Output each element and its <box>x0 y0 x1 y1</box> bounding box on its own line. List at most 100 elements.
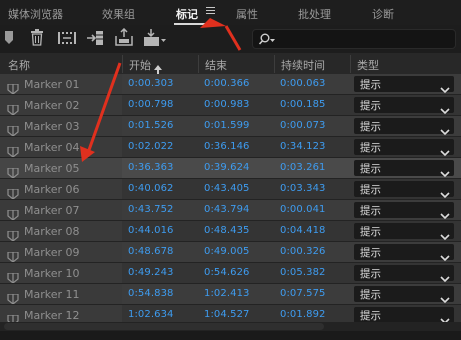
name-cell[interactable]: Marker 02 <box>0 95 122 116</box>
start-time[interactable]: 1:02.634 <box>128 309 174 320</box>
table-row[interactable]: Marker 04 0:02.022 0:36.146 0:34.123 提示 <box>0 137 461 158</box>
menu-icon[interactable] <box>206 7 215 15</box>
marker-type-select[interactable]: 提示 <box>354 244 454 262</box>
tab-properties[interactable]: 属性 <box>236 6 258 22</box>
end-time[interactable]: 0:49.005 <box>204 246 250 257</box>
end-time[interactable]: 0:43.405 <box>204 183 250 194</box>
name-cell[interactable]: Marker 08 <box>0 221 122 242</box>
end-time[interactable]: 0:54.626 <box>204 267 250 278</box>
end-time[interactable]: 0:39.624 <box>204 162 250 173</box>
marker-name[interactable]: Marker 09 <box>24 246 80 259</box>
export-icon[interactable] <box>114 27 134 50</box>
marker-name[interactable]: Marker 08 <box>24 225 80 238</box>
tab-diagnostics[interactable]: 诊断 <box>372 6 394 22</box>
duration-time[interactable]: 0:00.326 <box>280 246 326 257</box>
column-header-name[interactable]: 名称 <box>8 57 30 73</box>
start-time[interactable]: 0:44.016 <box>128 225 174 236</box>
end-time[interactable]: 0:00.366 <box>204 78 250 89</box>
duration-time[interactable]: 0:00.041 <box>280 204 326 215</box>
end-time[interactable]: 0:01.599 <box>204 120 250 131</box>
column-divider[interactable] <box>350 55 351 73</box>
name-cell[interactable]: Marker 11 <box>0 284 122 305</box>
start-time[interactable]: 0:40.062 <box>128 183 174 194</box>
start-time[interactable]: 0:00.798 <box>128 99 174 110</box>
horizontal-scrollbar[interactable] <box>0 322 461 331</box>
table-row[interactable]: Marker 02 0:00.798 0:00.983 0:00.185 提示 <box>0 95 461 116</box>
search-field[interactable] <box>252 29 456 49</box>
name-cell[interactable]: Marker 04 <box>0 137 122 158</box>
start-time[interactable]: 0:00.303 <box>128 78 174 89</box>
marker-name[interactable]: Marker 07 <box>24 204 80 217</box>
marker-type-select[interactable]: 提示 <box>354 76 454 94</box>
marker-type-select[interactable]: 提示 <box>354 223 454 241</box>
table-row[interactable]: Marker 05 0:36.363 0:39.624 0:03.261 提示 <box>0 158 461 179</box>
scrollbar-thumb[interactable] <box>4 323 324 330</box>
name-cell[interactable]: Marker 05 <box>0 158 122 179</box>
table-row[interactable]: Marker 03 0:01.526 0:01.599 0:00.073 提示 <box>0 116 461 137</box>
marker-type-select[interactable]: 提示 <box>354 118 454 136</box>
marker-name[interactable]: Marker 05 <box>24 162 80 175</box>
merge-markers-icon[interactable] <box>58 30 76 50</box>
marker-type-select[interactable]: 提示 <box>354 265 454 283</box>
end-time[interactable]: 0:43.794 <box>204 204 250 215</box>
name-cell[interactable]: Marker 06 <box>0 179 122 200</box>
end-time[interactable]: 1:04.527 <box>204 309 250 320</box>
marker-name[interactable]: Marker 10 <box>24 267 80 280</box>
marker-type-select[interactable]: 提示 <box>354 202 454 220</box>
column-header-start[interactable]: 开始 <box>129 57 151 73</box>
table-row[interactable]: Marker 01 0:00.303 0:00.366 0:00.063 提示 <box>0 74 461 95</box>
marker-name[interactable]: Marker 12 <box>24 309 80 322</box>
table-row[interactable]: Marker 11 0:54.838 1:02.413 0:07.575 提示 <box>0 284 461 305</box>
start-time[interactable]: 0:48.678 <box>128 246 174 257</box>
name-cell[interactable]: Marker 09 <box>0 242 122 263</box>
end-time[interactable]: 0:00.983 <box>204 99 250 110</box>
end-time[interactable]: 0:48.435 <box>204 225 250 236</box>
delete-icon[interactable] <box>30 29 44 50</box>
duration-time[interactable]: 0:04.418 <box>280 225 326 236</box>
start-time[interactable]: 0:36.363 <box>128 162 174 173</box>
end-time[interactable]: 0:36.146 <box>204 141 250 152</box>
start-time[interactable]: 0:02.022 <box>128 141 174 152</box>
start-time[interactable]: 0:01.526 <box>128 120 174 131</box>
column-header-type[interactable]: 类型 <box>357 57 379 73</box>
marker-name[interactable]: Marker 03 <box>24 120 80 133</box>
start-time[interactable]: 0:49.243 <box>128 267 174 278</box>
marker-name[interactable]: Marker 02 <box>24 99 80 112</box>
dropdown-tool-icon[interactable] <box>143 29 167 51</box>
table-row[interactable]: Marker 08 0:44.016 0:48.435 0:04.418 提示 <box>0 221 461 242</box>
column-header-duration[interactable]: 持续时间 <box>281 57 325 73</box>
marker-flag-icon[interactable] <box>4 30 14 50</box>
duration-time[interactable]: 0:05.382 <box>280 267 326 278</box>
duration-time[interactable]: 0:00.073 <box>280 120 326 131</box>
tab-media-browser[interactable]: 媒体浏览器 <box>8 6 63 22</box>
marker-type-select[interactable]: 提示 <box>354 160 454 178</box>
column-divider[interactable] <box>198 55 199 73</box>
duration-time[interactable]: 0:00.063 <box>280 78 326 89</box>
column-divider[interactable] <box>274 55 275 73</box>
marker-name[interactable]: Marker 06 <box>24 183 80 196</box>
duration-time[interactable]: 0:00.185 <box>280 99 326 110</box>
table-row[interactable]: Marker 10 0:49.243 0:54.626 0:05.382 提示 <box>0 263 461 284</box>
tab-markers[interactable]: 标记 <box>176 6 198 22</box>
name-cell[interactable]: Marker 01 <box>0 74 122 95</box>
tab-effects-rack[interactable]: 效果组 <box>102 6 135 22</box>
column-divider[interactable] <box>122 55 123 73</box>
tab-batch-process[interactable]: 批处理 <box>298 6 331 22</box>
column-header-end[interactable]: 结束 <box>205 57 227 73</box>
duration-time[interactable]: 0:01.892 <box>280 309 326 320</box>
search-input[interactable] <box>279 32 455 48</box>
marker-name[interactable]: Marker 01 <box>24 78 80 91</box>
duration-time[interactable]: 0:34.123 <box>280 141 326 152</box>
insert-marker-icon[interactable] <box>86 30 104 50</box>
marker-name[interactable]: Marker 11 <box>24 288 80 301</box>
name-cell[interactable]: Marker 07 <box>0 200 122 221</box>
marker-type-select[interactable]: 提示 <box>354 286 454 304</box>
marker-type-select[interactable]: 提示 <box>354 307 454 325</box>
end-time[interactable]: 1:02.413 <box>204 288 250 299</box>
marker-type-select[interactable]: 提示 <box>354 97 454 115</box>
name-cell[interactable]: Marker 10 <box>0 263 122 284</box>
marker-type-select[interactable]: 提示 <box>354 181 454 199</box>
start-time[interactable]: 0:43.752 <box>128 204 174 215</box>
table-row[interactable]: Marker 09 0:48.678 0:49.005 0:00.326 提示 <box>0 242 461 263</box>
table-row[interactable]: Marker 07 0:43.752 0:43.794 0:00.041 提示 <box>0 200 461 221</box>
